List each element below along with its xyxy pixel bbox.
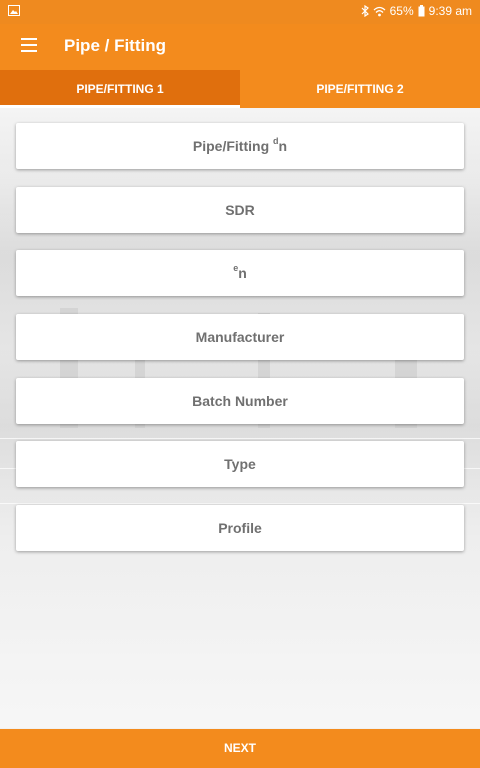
field-label: Profile <box>218 520 262 537</box>
field-label-superscript: e <box>233 263 239 274</box>
page-title: Pipe / Fitting <box>64 36 166 55</box>
app-bar: Pipe / Fitting <box>0 24 480 70</box>
clock: 9:39 am <box>428 4 472 18</box>
field-label: SDR <box>225 201 255 218</box>
type-field[interactable]: Type <box>16 441 464 488</box>
tab-pipe-fitting-2[interactable]: PIPE/FITTING 2 <box>240 70 480 108</box>
status-bar: 65% 9:39 am <box>0 0 480 24</box>
sdr-field[interactable]: SDR <box>16 186 464 233</box>
profile-field[interactable]: Profile <box>16 505 464 552</box>
menu-icon[interactable] <box>21 38 37 52</box>
batch-number-field[interactable]: Batch Number <box>16 377 464 424</box>
field-label-suffix: n <box>278 138 288 154</box>
en-field[interactable]: en <box>16 250 464 297</box>
field-label: Batch Number <box>192 392 288 409</box>
form-fields: Pipe/Fitting dn SDR en Manufacturer Batc… <box>16 123 464 569</box>
field-label: Pipe/Fitting <box>192 138 270 154</box>
bluetooth-icon <box>361 5 369 17</box>
tab-pipe-fitting-1[interactable]: PIPE/FITTING 1 <box>0 70 240 108</box>
pipe-fitting-dn-field[interactable]: Pipe/Fitting dn <box>16 123 464 169</box>
battery-percent: 65% <box>389 4 414 18</box>
next-button[interactable]: NEXT <box>0 729 480 768</box>
image-icon <box>8 5 20 16</box>
tab-bar: PIPE/FITTING 1 PIPE/FITTING 2 <box>0 70 480 108</box>
wifi-icon <box>373 6 386 16</box>
field-label-superscript: d <box>273 136 279 146</box>
field-label: Manufacturer <box>195 329 285 346</box>
status-icons: 65% 9:39 am <box>361 4 472 18</box>
field-label: Type <box>224 456 256 473</box>
field-label: n <box>238 265 247 282</box>
manufacturer-field[interactable]: Manufacturer <box>16 314 464 361</box>
battery-icon <box>418 5 425 17</box>
